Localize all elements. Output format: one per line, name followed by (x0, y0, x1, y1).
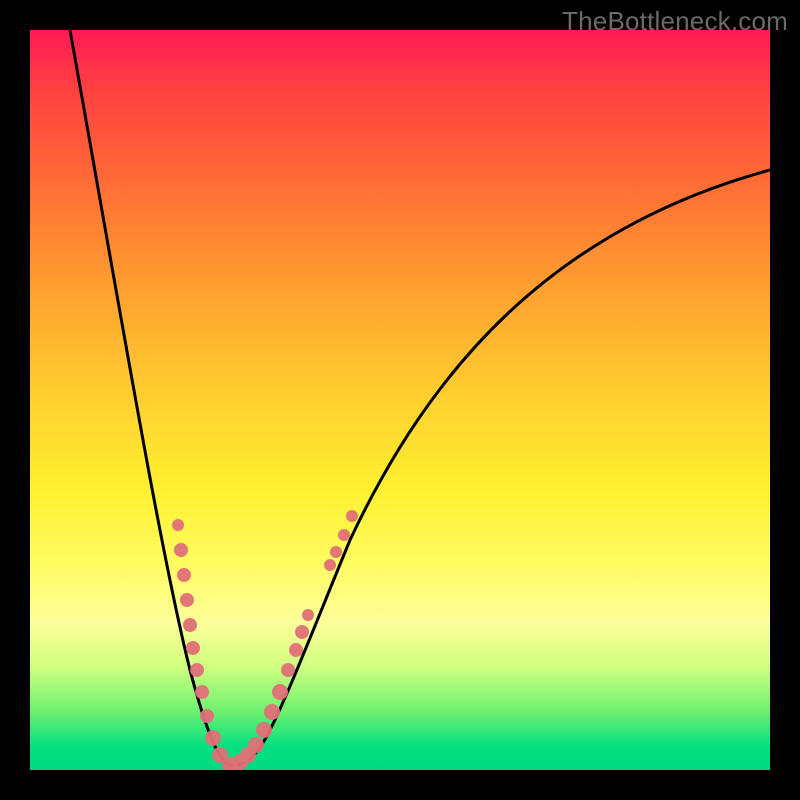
data-marker (174, 543, 188, 557)
data-marker (330, 546, 342, 558)
data-marker (324, 559, 336, 571)
data-marker (180, 593, 194, 607)
curve-segment (70, 30, 350, 766)
data-marker (338, 529, 350, 541)
data-marker (256, 722, 272, 738)
data-marker (248, 737, 264, 753)
bottleneck-curve (30, 30, 770, 770)
data-marker (281, 663, 295, 677)
data-marker (264, 704, 280, 720)
data-marker (205, 730, 221, 746)
curve-segment (350, 170, 770, 540)
chart-plot-area (30, 30, 770, 770)
data-marker (177, 568, 191, 582)
data-marker (346, 510, 358, 522)
data-marker (195, 685, 209, 699)
data-marker (186, 641, 200, 655)
data-marker (302, 609, 314, 621)
data-marker (289, 643, 303, 657)
data-marker (190, 663, 204, 677)
data-marker (200, 709, 214, 723)
data-marker (183, 618, 197, 632)
data-marker (295, 625, 309, 639)
data-marker (272, 684, 288, 700)
watermark-text: TheBottleneck.com (562, 6, 788, 37)
data-marker (172, 519, 184, 531)
